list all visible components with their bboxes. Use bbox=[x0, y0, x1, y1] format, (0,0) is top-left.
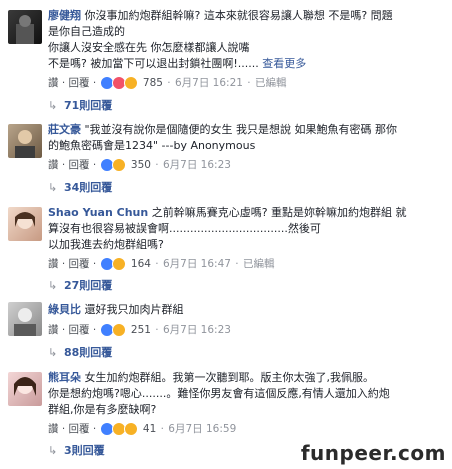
comment-text-line: 群組,你是有多麼缺啊? bbox=[48, 403, 157, 416]
comment-author[interactable]: 莊文豪 bbox=[48, 123, 81, 136]
reply-count: 71則回覆 bbox=[64, 99, 113, 112]
comment-text-line: 你是想約炮嗎?嗯心.......。難怪你男友會有這個反應,有情人還加入約炮 bbox=[48, 387, 390, 400]
reaction-count[interactable]: 350 bbox=[131, 159, 151, 171]
comment-text-line: 以加我進去約炮群組嗎? bbox=[48, 238, 164, 251]
comment-author[interactable]: 廖健翔 bbox=[48, 9, 81, 22]
reactions-icon[interactable] bbox=[99, 76, 140, 90]
comment-actions: 讚 · 回覆 · 785 · 6月7日 16:21 · 已編輯 bbox=[48, 76, 286, 90]
comment-body: 莊文豪 "我並沒有說你是個隨便的女生 我只是想說 如果鮑魚有密碼 那你 的鮑魚密… bbox=[48, 122, 446, 154]
comment-actions: 讚 · 回覆 · 164 · 6月7日 16:47 · 已編輯 bbox=[48, 257, 274, 271]
separator: · bbox=[155, 258, 159, 270]
reaction-count[interactable]: 785 bbox=[143, 77, 163, 89]
avatar[interactable] bbox=[8, 10, 42, 44]
view-replies-link[interactable]: ↳ 88則回覆 bbox=[48, 345, 112, 361]
reactions-icon[interactable] bbox=[99, 422, 140, 436]
avatar[interactable] bbox=[8, 302, 42, 336]
view-replies-link[interactable]: ↳ 34則回覆 bbox=[48, 180, 112, 196]
reply-count: 27則回覆 bbox=[64, 279, 113, 292]
avatar[interactable] bbox=[8, 207, 42, 241]
reply-arrow-icon: ↳ bbox=[48, 279, 58, 292]
comment-actions: 讚 · 回覆 · 41 · 6月7日 16:59 bbox=[48, 422, 236, 436]
comment-actions: 讚 · 回覆 · 350 · 6月7日 16:23 bbox=[48, 158, 231, 172]
watermark: funpeer.com bbox=[300, 441, 446, 465]
reply-arrow-icon: ↳ bbox=[48, 346, 58, 359]
comment-text-line: 之前幹嘛馬賽克心虛嗎? 重點是妳幹嘛加約炮群組 就 bbox=[151, 206, 407, 219]
like-reply-links[interactable]: 讚 · 回覆 · bbox=[48, 324, 96, 336]
reaction-count[interactable]: 164 bbox=[131, 258, 151, 270]
reply-count: 88則回覆 bbox=[64, 346, 113, 359]
view-replies-link[interactable]: ↳ 71則回覆 bbox=[48, 98, 112, 114]
reply-arrow-icon: ↳ bbox=[48, 99, 58, 112]
comment-text-line: 不是嗎? 被加當下可以退出封鎖社團啊!...... bbox=[48, 57, 259, 70]
comment-author[interactable]: 綠貝比 bbox=[48, 303, 81, 316]
avatar[interactable] bbox=[8, 124, 42, 158]
reply-count: 3則回覆 bbox=[64, 444, 105, 457]
timestamp[interactable]: 6月7日 16:59 bbox=[168, 423, 236, 435]
comment-body: 綠貝比 還好我只加肉片群組 bbox=[48, 302, 446, 318]
view-replies-link[interactable]: ↳ 3則回覆 bbox=[48, 443, 105, 459]
comment-body: 熊耳朵 女生加約炮群組。我第一次聽到耶。版主你太強了,我佩服。 你是想約炮嗎?嗯… bbox=[48, 370, 446, 418]
separator: · bbox=[155, 324, 159, 336]
like-reply-links[interactable]: 讚 · 回覆 · bbox=[48, 258, 96, 270]
see-more-link[interactable]: 查看更多 bbox=[262, 57, 306, 70]
separator: · bbox=[247, 77, 251, 89]
comment-body: Shao Yuan Chun 之前幹嘛馬賽克心虛嗎? 重點是妳幹嘛加約炮群組 就… bbox=[48, 205, 446, 253]
timestamp[interactable]: 6月7日 16:23 bbox=[163, 159, 231, 171]
edited-label[interactable]: 已編輯 bbox=[243, 258, 275, 270]
timestamp[interactable]: 6月7日 16:47 bbox=[163, 258, 231, 270]
reply-arrow-icon: ↳ bbox=[48, 181, 58, 194]
reactions-icon[interactable] bbox=[99, 158, 128, 172]
avatar[interactable] bbox=[8, 372, 42, 406]
reaction-count[interactable]: 251 bbox=[131, 324, 151, 336]
comment-text-line: 女生加約炮群組。我第一次聽到耶。版主你太強了,我佩服。 bbox=[84, 371, 375, 384]
comment-text-line: 還好我只加肉片群組 bbox=[84, 303, 184, 316]
like-reply-links[interactable]: 讚 · 回覆 · bbox=[48, 423, 96, 435]
comment-text-line: 你沒事加約炮群組幹嘛? 這本來就很容易讓人聯想 不是嗎? 問題 bbox=[84, 9, 393, 22]
separator: · bbox=[160, 423, 164, 435]
reply-arrow-icon: ↳ bbox=[48, 444, 58, 457]
separator: · bbox=[155, 159, 159, 171]
view-replies-link[interactable]: ↳ 27則回覆 bbox=[48, 278, 112, 294]
reply-count: 34則回覆 bbox=[64, 181, 113, 194]
comment-text-line: 算沒有也很容易被誤會啊.............................… bbox=[48, 222, 321, 235]
like-reply-links[interactable]: 讚 · 回覆 · bbox=[48, 77, 96, 89]
timestamp[interactable]: 6月7日 16:23 bbox=[163, 324, 231, 336]
reactions-icon[interactable] bbox=[99, 257, 128, 271]
comment-author[interactable]: 熊耳朵 bbox=[48, 371, 81, 384]
comment-text-line: "我並沒有說你是個隨便的女生 我只是想說 如果鮑魚有密碼 那你 bbox=[84, 123, 398, 136]
like-reply-links[interactable]: 讚 · 回覆 · bbox=[48, 159, 96, 171]
reactions-icon[interactable] bbox=[99, 323, 128, 337]
timestamp[interactable]: 6月7日 16:21 bbox=[175, 77, 243, 89]
reaction-count[interactable]: 41 bbox=[143, 423, 156, 435]
comment-actions: 讚 · 回覆 · 251 · 6月7日 16:23 bbox=[48, 323, 231, 337]
comment-body: 廖健翔 你沒事加約炮群組幹嘛? 這本來就很容易讓人聯想 不是嗎? 問題 是你自己… bbox=[48, 8, 446, 72]
comment-author[interactable]: Shao Yuan Chun bbox=[48, 206, 148, 219]
comment-text-line: 是你自己造成的 bbox=[48, 25, 125, 38]
comment-text-line: 的鮑魚密碼會是1234" ---by Anonymous bbox=[48, 139, 256, 152]
separator: · bbox=[167, 77, 171, 89]
separator: · bbox=[235, 258, 239, 270]
edited-label[interactable]: 已編輯 bbox=[255, 77, 287, 89]
comment-text-line: 你讓人沒安全感在先 你怎麼樣都讓人說嘴 bbox=[48, 41, 250, 54]
